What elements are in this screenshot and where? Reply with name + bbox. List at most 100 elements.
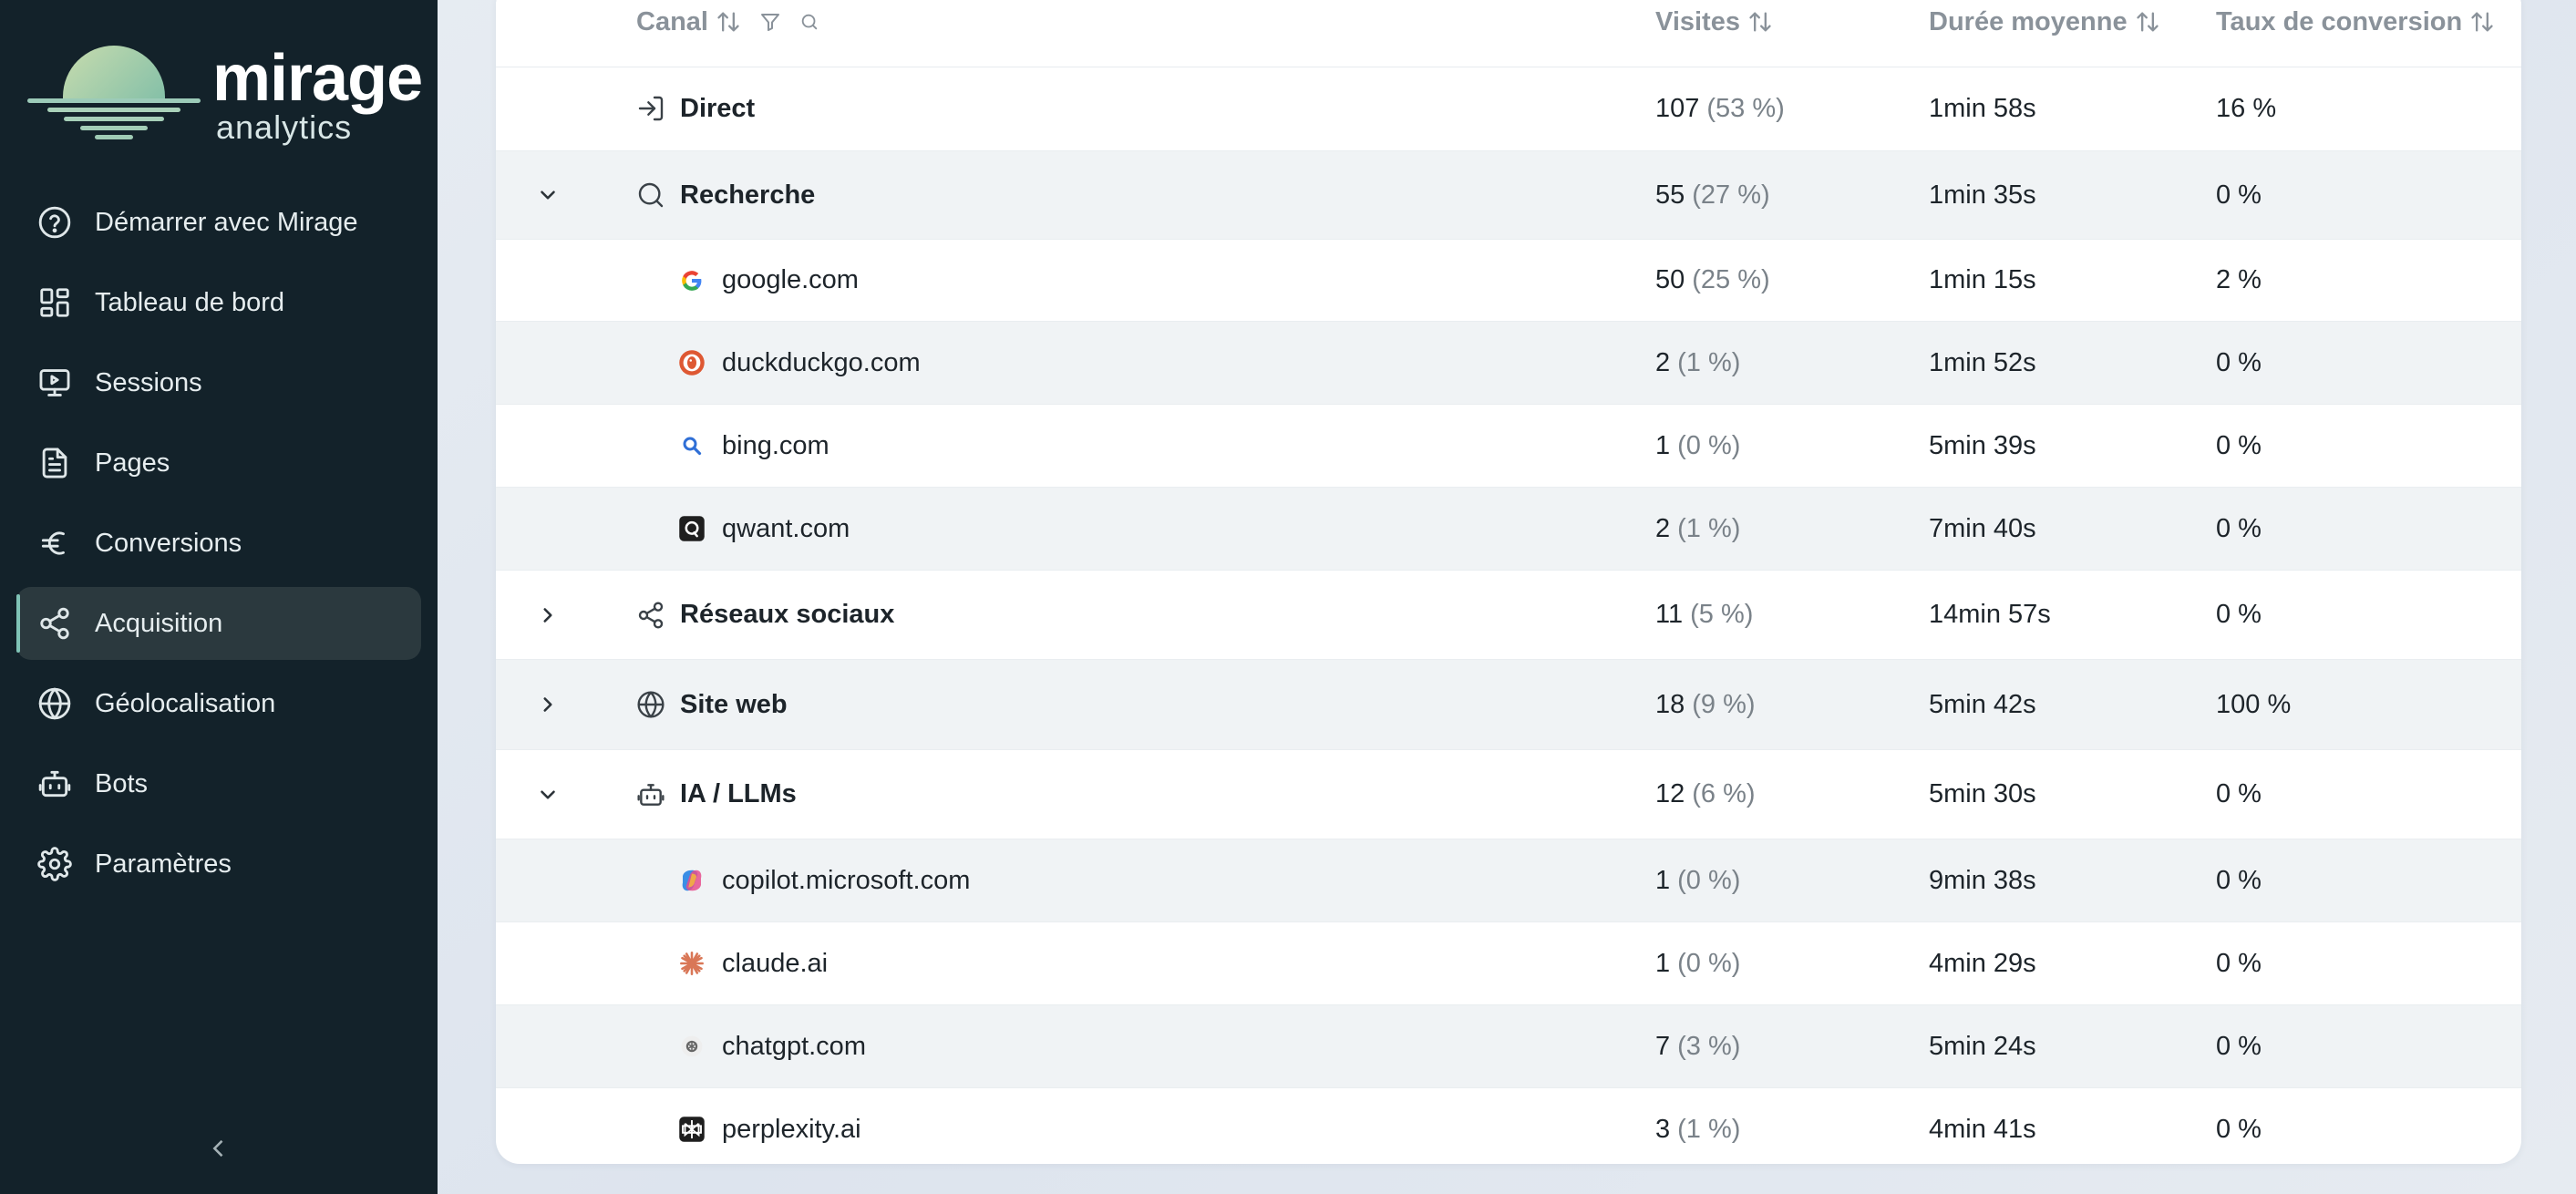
table-row[interactable]: chatgpt.com 7 (3 %) 5min 24s 0 % <box>496 1005 2521 1088</box>
chevron-right-icon <box>543 697 552 712</box>
visits-count: 55 <box>1655 180 1685 210</box>
table-row[interactable]: Réseaux sociaux 11 (5 %) 14min 57s 0 % <box>496 571 2521 660</box>
column-header-duree[interactable]: Durée moyenne <box>1929 0 2160 44</box>
sidebar-item-demarrer[interactable]: Démarrer avec Mirage <box>16 186 421 259</box>
avg-duration: 7min 40s <box>1929 513 2036 543</box>
avg-duration: 5min 39s <box>1929 430 2036 460</box>
sidebar-item-bots[interactable]: Bots <box>16 747 421 820</box>
sort-icon[interactable] <box>1747 9 1773 35</box>
table-row[interactable]: qwant.com 2 (1 %) 7min 40s 0 % <box>496 488 2521 571</box>
table-body: Direct 107 (53 %) 1min 58s 16 % Recherche… <box>496 67 2521 1164</box>
visits-count: 1 <box>1655 948 1671 978</box>
conversion-rate: 0 % <box>2216 1114 2262 1144</box>
source-name: google.com <box>722 265 859 294</box>
expand-toggle[interactable] <box>536 571 560 659</box>
euro-icon <box>36 525 73 561</box>
sidebar-item-conversions[interactable]: Conversions <box>16 507 421 580</box>
visits-percent: (25 %) <box>1692 265 1770 294</box>
visits-count: 18 <box>1655 689 1685 719</box>
sunset-logo-icon <box>27 46 201 139</box>
visits-percent: (27 %) <box>1692 180 1770 210</box>
sidebar-item-label: Paramètres <box>95 849 232 879</box>
visits-percent: (9 %) <box>1692 689 1756 719</box>
source-name: perplexity.ai <box>722 1114 861 1144</box>
column-header-canal[interactable]: Canal <box>636 0 819 44</box>
login-icon <box>636 94 665 123</box>
column-label: Canal <box>636 6 708 36</box>
brand-name: mirage <box>212 42 423 115</box>
channel-name: Site web <box>680 689 788 719</box>
chevron-down-icon <box>541 789 555 799</box>
bot-icon <box>36 766 73 802</box>
table-row[interactable]: copilot.microsoft.com 1 (0 %) 9min 38s 0 … <box>496 839 2521 922</box>
visits-percent: (0 %) <box>1677 865 1741 895</box>
table-header: Canal Visites Durée moyenne Taux de conv… <box>496 0 2521 67</box>
avg-duration: 1min 58s <box>1929 93 2036 123</box>
table-row[interactable]: Direct 107 (53 %) 1min 58s 16 % <box>496 67 2521 151</box>
visits-count: 107 <box>1655 93 1700 123</box>
sidebar-item-geolocalisation[interactable]: Géolocalisation <box>16 667 421 740</box>
sort-icon[interactable] <box>716 9 741 35</box>
sidebar-item-label: Acquisition <box>95 608 223 638</box>
source-name: qwant.com <box>722 513 850 543</box>
conversion-rate: 100 % <box>2216 689 2292 719</box>
conversion-rate: 0 % <box>2216 347 2262 377</box>
table-row[interactable]: duckduckgo.com 2 (1 %) 1min 52s 0 % <box>496 322 2521 405</box>
search-icon[interactable] <box>799 12 819 32</box>
visits-count: 3 <box>1655 1114 1671 1144</box>
visits-percent: (1 %) <box>1677 347 1741 377</box>
table-row[interactable]: Site web 18 (9 %) 5min 42s 100 % <box>496 660 2521 750</box>
conversion-rate: 16 % <box>2216 93 2277 123</box>
avg-duration: 4min 41s <box>1929 1114 2036 1144</box>
sidebar-item-sessions[interactable]: Sessions <box>16 346 421 419</box>
sidebar-item-pages[interactable]: Pages <box>16 427 421 499</box>
collapse-sidebar-button[interactable] <box>206 1136 232 1161</box>
avg-duration: 1min 15s <box>1929 265 2036 294</box>
expand-toggle[interactable] <box>536 660 560 749</box>
avg-duration: 9min 38s <box>1929 865 2036 895</box>
filter-icon[interactable] <box>759 11 781 33</box>
sidebar: mirage analytics Démarrer avec Mirage Ta… <box>0 0 438 1194</box>
globe-icon <box>36 685 73 722</box>
chevron-down-icon <box>541 190 555 200</box>
column-label: Durée moyenne <box>1929 6 2128 36</box>
chevron-right-icon <box>543 607 552 623</box>
column-header-visites[interactable]: Visites <box>1655 0 1773 44</box>
table-row[interactable]: IA / LLMs 12 (6 %) 5min 30s 0 % <box>496 750 2521 839</box>
visits-percent: (1 %) <box>1677 1114 1741 1144</box>
table-row[interactable]: Recherche 55 (27 %) 1min 35s 0 % <box>496 151 2521 240</box>
sidebar-item-label: Conversions <box>95 528 242 558</box>
channel-name: Réseaux sociaux <box>680 600 895 629</box>
sidebar-item-tableau-de-bord[interactable]: Tableau de bord <box>16 266 421 339</box>
visits-percent: (6 %) <box>1692 779 1756 808</box>
mirage-logo[interactable]: mirage analytics <box>27 42 423 146</box>
sidebar-item-acquisition[interactable]: Acquisition <box>16 587 421 660</box>
monitor-play-icon <box>36 365 73 401</box>
sidebar-item-label: Géolocalisation <box>95 688 276 718</box>
avg-duration: 5min 30s <box>1929 779 2036 808</box>
sort-icon[interactable] <box>2469 9 2495 35</box>
conversion-rate: 0 % <box>2216 1031 2262 1061</box>
qwant-favicon <box>678 515 706 542</box>
table-row[interactable]: google.com 50 (25 %) 1min 15s 2 % <box>496 240 2521 322</box>
visits-count: 2 <box>1655 513 1671 543</box>
visits-count: 2 <box>1655 347 1671 377</box>
column-header-conversion[interactable]: Taux de conversion <box>2216 0 2495 44</box>
expand-toggle[interactable] <box>536 750 560 839</box>
expand-toggle[interactable] <box>536 151 560 239</box>
sidebar-nav: Démarrer avec Mirage Tableau de bord Ses… <box>16 186 421 908</box>
table-row[interactable]: bing.com 1 (0 %) 5min 39s 0 % <box>496 405 2521 488</box>
visits-percent: (53 %) <box>1706 93 1785 123</box>
visits-count: 1 <box>1655 430 1671 460</box>
visits-count: 1 <box>1655 865 1671 895</box>
chevron-left-icon <box>212 1139 223 1158</box>
table-row[interactable]: claude.ai 1 (0 %) 4min 29s 0 % <box>496 922 2521 1005</box>
visits-count: 50 <box>1655 265 1685 294</box>
channel-name: IA / LLMs <box>680 779 797 808</box>
sort-icon[interactable] <box>2135 9 2160 35</box>
sidebar-item-label: Tableau de bord <box>95 287 284 317</box>
visits-percent: (3 %) <box>1677 1031 1741 1061</box>
table-row[interactable]: perplexity.ai 3 (1 %) 4min 41s 0 % <box>496 1088 2521 1164</box>
chatgpt-favicon <box>678 1033 706 1060</box>
sidebar-item-parametres[interactable]: Paramètres <box>16 828 421 901</box>
